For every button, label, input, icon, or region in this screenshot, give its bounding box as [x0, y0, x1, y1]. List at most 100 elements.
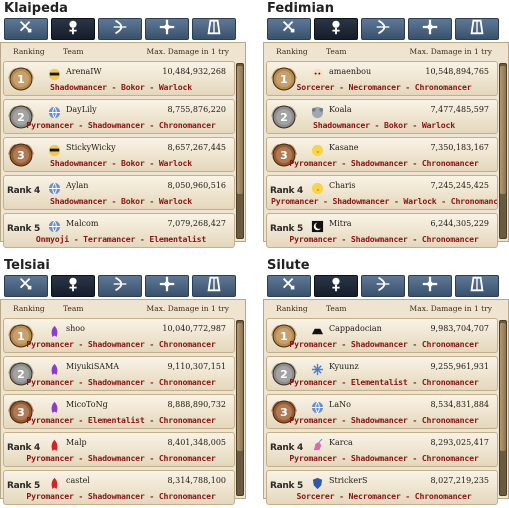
panel-title: Klaipeda [4, 1, 68, 16]
ranking-row[interactable]: Rank 4 Charis 7,245,245,425 Pyromancer - Sh… [266, 175, 498, 210]
ranking-row[interactable]: 1 ArenaIW 10,484,932,268 Shadowmancer - Bo… [3, 61, 235, 96]
koala-icon [311, 104, 324, 119]
ranking-row[interactable]: 1 amaenbou 10,548,894,765 Sorcerer - Necro… [266, 61, 498, 96]
shield-icon [311, 475, 324, 490]
max-damage: 7,079,268,427 [167, 219, 226, 228]
ranking-list: Ranking Team Max. Damage in 1 try 1 ArenaI… [0, 42, 246, 248]
robe-icon [205, 275, 223, 297]
class-combination: Shadowmancer - Bokor - Warlock [50, 196, 192, 206]
class-combination: Pyromancer - Shadowmancer - Chronomancer [26, 120, 216, 130]
tab-sword[interactable] [267, 18, 311, 40]
scroll-thumb[interactable] [500, 323, 506, 451]
sword-icon [17, 18, 35, 40]
tab-bow[interactable] [361, 275, 405, 297]
column-header: Ranking Team Max. Damage in 1 try [1, 300, 233, 316]
scroll-thumb[interactable] [237, 323, 243, 451]
class-combination: Pyromancer - Shadowmancer - Chronomancer [289, 234, 479, 244]
tab-sword[interactable] [4, 18, 48, 40]
class-combination: Pyromancer - Shadowmancer - Chronomancer [289, 415, 479, 425]
tab-cross[interactable] [408, 275, 452, 297]
sword-icon [280, 18, 298, 40]
chick-icon [311, 180, 324, 195]
max-damage: 10,548,894,765 [425, 67, 489, 76]
ranking-header: Ranking [276, 47, 308, 56]
robe-icon [205, 18, 223, 40]
ranking-row[interactable]: 2 DayLily 8,755,876,220 Pyromancer - Shado… [3, 99, 235, 134]
sword-icon [17, 275, 35, 297]
column-header: Ranking Team Max. Damage in 1 try [264, 43, 496, 59]
max-damage: 9,983,704,707 [430, 324, 489, 333]
tab-cross[interactable] [408, 18, 452, 40]
tab-cross[interactable] [145, 18, 189, 40]
scrollbar[interactable] [236, 320, 244, 496]
tab-skull-staff[interactable] [51, 18, 95, 40]
ranking-row[interactable]: 3 MicoToNg 8,888,890,732 Pyromancer - Elem… [3, 394, 235, 429]
tab-skull-staff[interactable] [314, 18, 358, 40]
tab-bow[interactable] [361, 18, 405, 40]
scrollbar[interactable] [236, 63, 244, 239]
chick-icon [311, 142, 324, 157]
ranking-panel-klaipeda: Klaipeda Ranking Team Max. Damage in 1 try … [0, 0, 246, 248]
globe-icon [48, 218, 61, 233]
ranking-row[interactable]: 3 Kasane 7,350,183,167 Pyromancer - Shadow… [266, 137, 498, 172]
class-combination: Pyromancer - Shadowmancer - Chronomancer [26, 453, 216, 463]
tab-skull-staff[interactable] [314, 275, 358, 297]
ranking-row[interactable]: Rank 4 Malp 8,401,348,005 Pyromancer - Shad… [3, 432, 235, 467]
team-name: Malcom [66, 219, 99, 228]
ranking-row[interactable]: 2 Kyuunz 9,255,961,931 Pyromancer - Elemen… [266, 356, 498, 391]
ranking-row[interactable]: 1 shoo 10,040,772,987 Pyromancer - Shadowm… [3, 318, 235, 353]
team-name: Koala [329, 105, 352, 114]
scroll-thumb[interactable] [237, 66, 243, 194]
ranking-row[interactable]: 3 LaNo 8,534,831,884 Pyromancer - Shadowma… [266, 394, 498, 429]
max-damage: 9,255,961,931 [430, 362, 489, 371]
rank-label: Rank 5 [270, 224, 303, 234]
damage-header: Max. Damage in 1 try [409, 47, 492, 56]
rank-label: Rank 4 [7, 443, 40, 453]
ranking-header: Ranking [276, 304, 308, 313]
class-combination: Pyromancer - Shadowmancer - Chronomancer [26, 491, 216, 501]
ranking-row[interactable]: 2 MiyukiSAMA 9,110,307,151 Pyromancer - Sh… [3, 356, 235, 391]
tab-bow[interactable] [98, 275, 142, 297]
robe-icon [468, 18, 486, 40]
class-combination: Sorcerer - Necromancer - Chronomancer [296, 491, 472, 501]
ranking-row[interactable]: Rank 4 Aylan 8,050,960,516 Shadowmancer - B… [3, 175, 235, 210]
scrollbar[interactable] [499, 63, 507, 239]
class-tabs [4, 18, 244, 40]
class-combination: Shadowmancer - Bokor - Warlock [50, 82, 192, 92]
panel-title: Telsiai [4, 258, 50, 273]
team-name: Kyuunz [329, 362, 359, 371]
tab-robe[interactable] [455, 275, 499, 297]
ranking-row[interactable]: Rank 5 StrickerS 8,027,219,235 Sorcerer - N… [266, 470, 498, 505]
team-name: shoo [66, 324, 85, 333]
tab-sword[interactable] [4, 275, 48, 297]
red-flame-icon [48, 437, 61, 452]
tab-robe[interactable] [192, 18, 236, 40]
ranking-row[interactable]: Rank 5 Mitra 6,244,305,229 Pyromancer - Sha… [266, 213, 498, 248]
tab-skull-staff[interactable] [51, 275, 95, 297]
globe-icon [48, 180, 61, 195]
column-header: Ranking Team Max. Damage in 1 try [1, 43, 233, 59]
max-damage: 8,888,890,732 [167, 400, 226, 409]
tab-bow[interactable] [98, 18, 142, 40]
max-damage: 8,534,831,884 [430, 400, 489, 409]
cross-icon [421, 275, 439, 297]
ranking-row[interactable]: 3 StickyWicky 8,657,267,445 Shadowmancer -… [3, 137, 235, 172]
flame-icon [48, 399, 61, 414]
tab-robe[interactable] [455, 18, 499, 40]
class-combination: Onmyoji - Terramancer - Elementalist [35, 234, 207, 244]
ranking-row[interactable]: 1 Cappadocian 9,983,704,707 Pyromancer - S… [266, 318, 498, 353]
max-damage: 8,314,788,100 [167, 476, 226, 485]
scroll-thumb[interactable] [500, 66, 506, 194]
bow-icon [111, 275, 129, 297]
ranking-row[interactable]: Rank 5 Malcom 7,079,268,427 Onmyoji - Terra… [3, 213, 235, 248]
scrollbar[interactable] [499, 320, 507, 496]
tab-sword[interactable] [267, 275, 311, 297]
tab-robe[interactable] [192, 275, 236, 297]
tab-cross[interactable] [145, 275, 189, 297]
face-icon [311, 66, 324, 81]
robe-icon [468, 275, 486, 297]
ranking-row[interactable]: 2 Koala 7,477,485,597 Shadowmancer - Bokor… [266, 99, 498, 134]
ranking-row[interactable]: Rank 4 Karca 8,293,025,417 Pyromancer - Sha… [266, 432, 498, 467]
ranking-row[interactable]: Rank 5 castel 8,314,788,100 Pyromancer - Sh… [3, 470, 235, 505]
rank-label: Rank 5 [7, 224, 40, 234]
